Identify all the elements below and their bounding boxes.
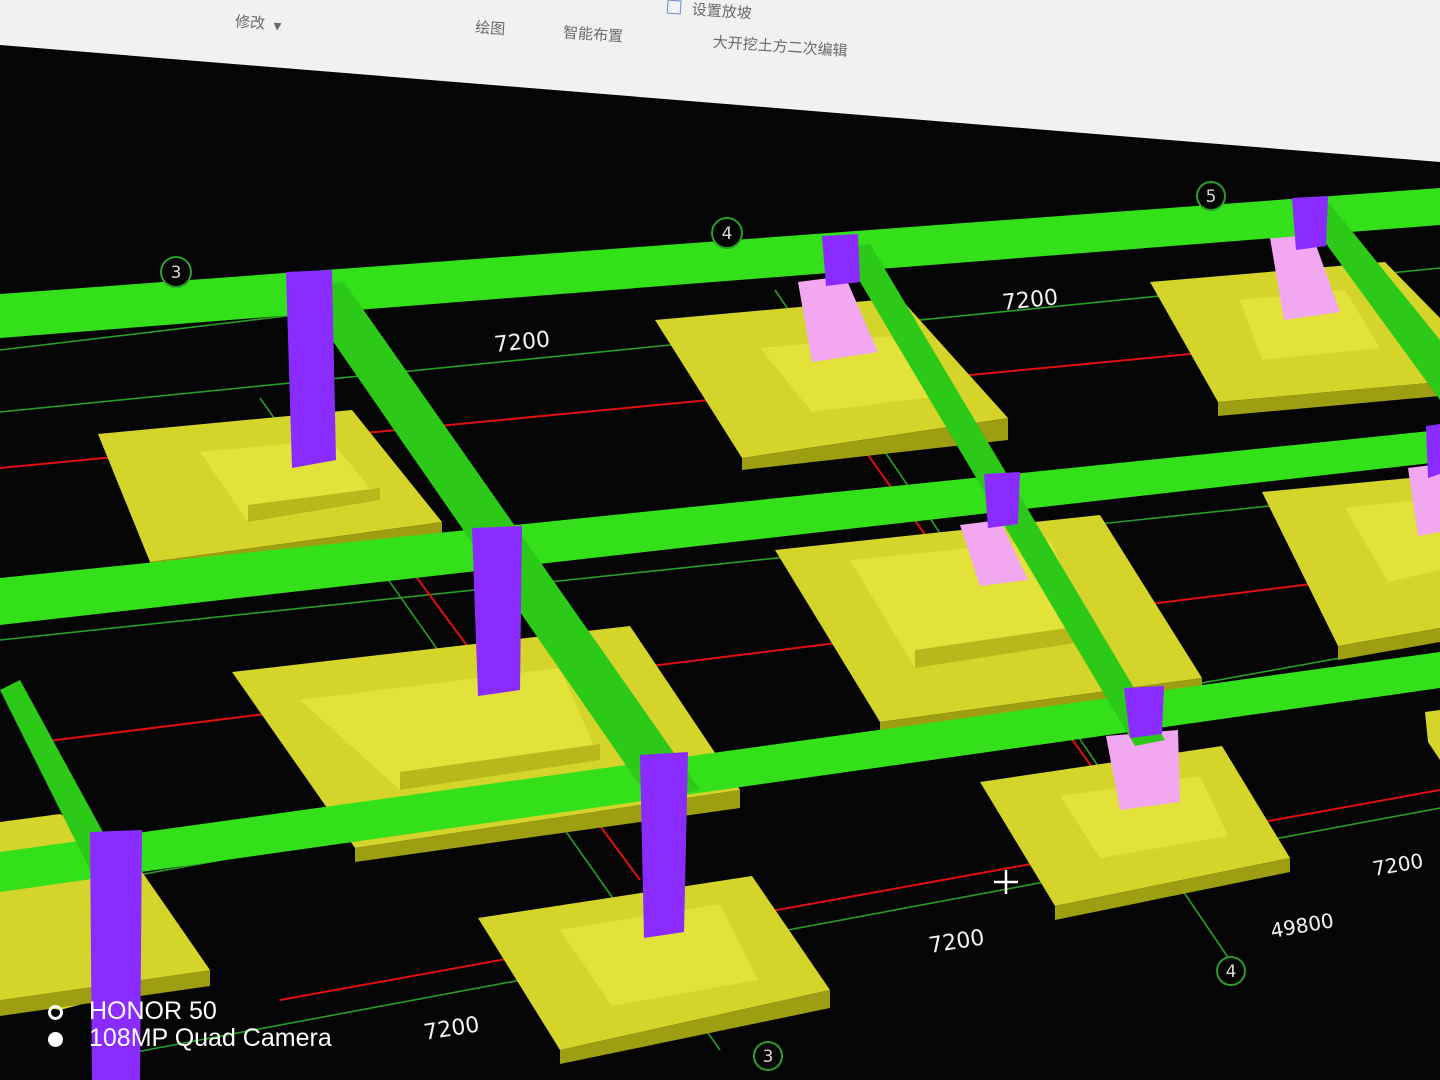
column (640, 752, 688, 938)
column (1426, 424, 1440, 478)
smart-layout-tab[interactable]: 智能布置 (562, 21, 623, 46)
axis-bubble[interactable]: 3 (753, 1041, 783, 1071)
axis-bubble[interactable]: 3 (160, 256, 192, 288)
column (822, 234, 860, 286)
slope-icon (666, 0, 682, 15)
modify-menu[interactable]: 修改 ▼ (234, 10, 282, 34)
modify-menu-label: 修改 (234, 12, 266, 33)
watermark-device: HONOR 50 (89, 997, 217, 1025)
column (286, 270, 336, 468)
watermark-device-line: HONOR 50 (48, 998, 332, 1025)
camera-watermark: HONOR 50 108MP Quad Camera (48, 998, 332, 1052)
column (984, 472, 1020, 528)
column (1124, 686, 1164, 738)
axis-bubble-label: 3 (763, 1047, 774, 1067)
column (472, 526, 522, 696)
axis-bubble-label: 4 (1226, 962, 1237, 982)
cad-3d-viewport[interactable]: 3 4 5 4 3 7200 7200 7200 7200 49800 7200… (0, 0, 1440, 1080)
watermark-camera-line: 108MP Quad Camera (48, 1025, 332, 1052)
set-slope-label: 设置放坡 (691, 0, 753, 23)
watermark-camera: 108MP Quad Camera (89, 1024, 332, 1052)
axis-bubble-label: 4 (722, 224, 733, 244)
column (1292, 196, 1328, 250)
dot-icon (48, 1032, 63, 1047)
axis-bubble[interactable]: 4 (1216, 956, 1246, 986)
ring-icon (48, 1005, 63, 1020)
chevron-down-icon: ▼ (273, 21, 282, 33)
axis-bubble-label: 3 (171, 263, 182, 283)
axis-bubble[interactable]: 4 (711, 217, 743, 249)
draw-tab[interactable]: 绘图 (475, 16, 506, 39)
